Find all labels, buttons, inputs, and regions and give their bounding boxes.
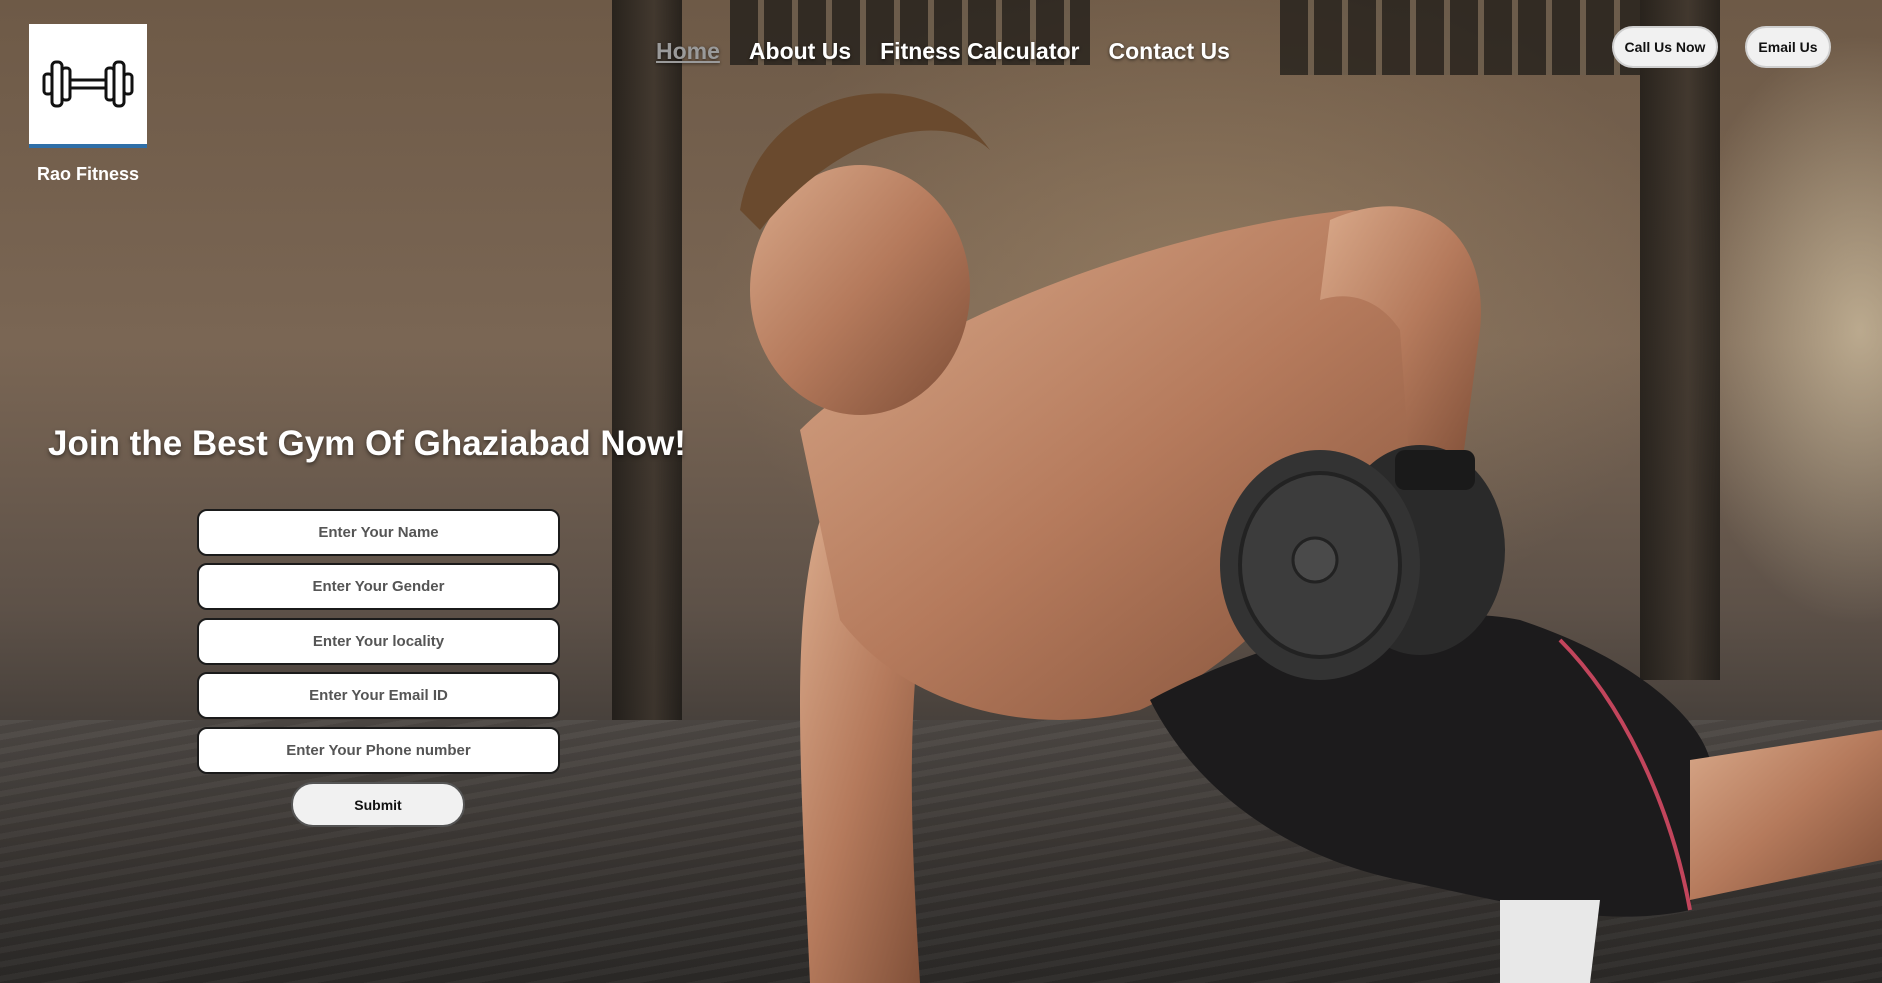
call-us-button[interactable]: Call Us Now bbox=[1612, 26, 1718, 68]
nav-about-us[interactable]: About Us bbox=[749, 38, 851, 65]
hero-athlete-image bbox=[740, 93, 1882, 983]
submit-button[interactable]: Submit bbox=[291, 782, 465, 827]
hero-section: Rao Fitness Home About Us Fitness Calcul… bbox=[0, 0, 1882, 983]
main-nav: Home About Us Fitness Calculator Contact… bbox=[656, 38, 1230, 65]
nav-home[interactable]: Home bbox=[656, 38, 720, 65]
gender-field[interactable] bbox=[197, 563, 560, 610]
email-us-button[interactable]: Email Us bbox=[1745, 26, 1831, 68]
dumbbell-icon bbox=[42, 60, 134, 108]
hero-headline: Join the Best Gym Of Ghaziabad Now! bbox=[48, 424, 686, 463]
logo[interactable] bbox=[29, 24, 147, 148]
locality-field[interactable] bbox=[197, 618, 560, 665]
name-field[interactable] bbox=[197, 509, 560, 556]
email-field[interactable] bbox=[197, 672, 560, 719]
nav-fitness-calculator[interactable]: Fitness Calculator bbox=[880, 38, 1079, 65]
brand-name: Rao Fitness bbox=[36, 164, 140, 184]
nav-contact-us[interactable]: Contact Us bbox=[1109, 38, 1230, 65]
phone-field[interactable] bbox=[197, 727, 560, 774]
